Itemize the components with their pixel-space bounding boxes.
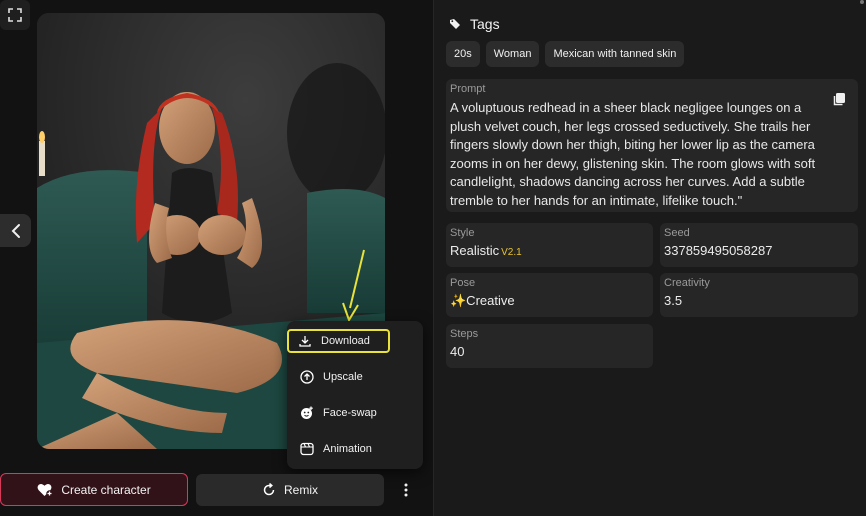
chevron-left-icon xyxy=(11,223,20,238)
menu-item-label: Download xyxy=(321,335,370,347)
copy-icon xyxy=(833,93,845,106)
prompt-text: A voluptuous redhead in a sheer black ne… xyxy=(450,100,816,208)
pose-label: Pose xyxy=(450,277,476,289)
prompt-label: Prompt xyxy=(450,83,486,95)
seed-card: Seed 337859495058287 xyxy=(660,223,858,267)
remix-button[interactable]: Remix xyxy=(196,474,384,506)
scrollbar[interactable] xyxy=(860,0,864,4)
refresh-icon xyxy=(263,483,275,496)
remix-label: Remix xyxy=(283,483,318,497)
create-character-button[interactable]: Create character xyxy=(0,473,188,506)
heart-plus-icon xyxy=(37,483,54,497)
annotation-arrow xyxy=(342,249,365,323)
seed-label: Seed xyxy=(664,227,690,239)
download-icon xyxy=(289,335,321,347)
image-options-menu: Download Upscale Face-swap Animation xyxy=(287,321,423,469)
tag-chip[interactable]: Mexican with tanned skin xyxy=(545,41,685,67)
fullscreen-button[interactable] xyxy=(0,0,30,30)
tag-chip[interactable]: Woman xyxy=(485,41,540,67)
menu-item-label: Face-swap xyxy=(323,407,377,419)
upscale-icon xyxy=(291,370,323,384)
menu-item-face-swap[interactable]: Face-swap xyxy=(291,400,419,426)
menu-item-label: Animation xyxy=(323,443,372,455)
style-name: Realistic xyxy=(450,243,500,258)
prompt-card: Prompt A voluptuous redhead in a sheer b… xyxy=(446,79,858,212)
menu-item-animation[interactable]: Animation xyxy=(291,436,419,462)
copy-prompt-button[interactable] xyxy=(832,92,848,108)
creativity-label: Creativity xyxy=(664,277,710,289)
more-vertical-icon xyxy=(404,483,408,497)
tag-icon xyxy=(450,19,460,29)
steps-value: 40 xyxy=(450,344,465,359)
details-panel: Tags 20s Woman Mexican with tanned skin … xyxy=(433,0,866,516)
creativity-value: 3.5 xyxy=(664,293,683,308)
creativity-card: Creativity 3.5 xyxy=(660,273,858,317)
seed-value: 337859495058287 xyxy=(664,243,773,258)
create-character-label: Create character xyxy=(61,482,151,497)
animation-icon xyxy=(291,442,323,456)
menu-item-download[interactable]: Download xyxy=(287,329,390,353)
steps-label: Steps xyxy=(450,328,479,340)
style-label: Style xyxy=(450,227,475,239)
style-version-badge: V2.1 xyxy=(501,247,522,258)
steps-card: Steps 40 xyxy=(446,324,653,368)
pose-card: Pose ✨Creative xyxy=(446,273,653,317)
pose-value: ✨Creative xyxy=(450,293,515,308)
style-value: Realistic V2.1 xyxy=(450,243,522,258)
tags-title: Tags xyxy=(470,16,500,32)
previous-image-button[interactable] xyxy=(0,214,31,247)
style-card: Style Realistic V2.1 xyxy=(446,223,653,267)
tags-header: Tags xyxy=(449,16,500,32)
menu-item-label: Upscale xyxy=(323,371,363,383)
menu-item-upscale[interactable]: Upscale xyxy=(291,364,419,390)
tags-list: 20s Woman Mexican with tanned skin xyxy=(446,41,685,67)
face-swap-icon xyxy=(291,406,323,420)
expand-icon xyxy=(8,8,22,22)
more-options-button[interactable] xyxy=(396,479,416,501)
tag-chip[interactable]: 20s xyxy=(446,41,480,67)
image-viewer-pane: Download Upscale Face-swap Animation Cre… xyxy=(0,0,433,516)
